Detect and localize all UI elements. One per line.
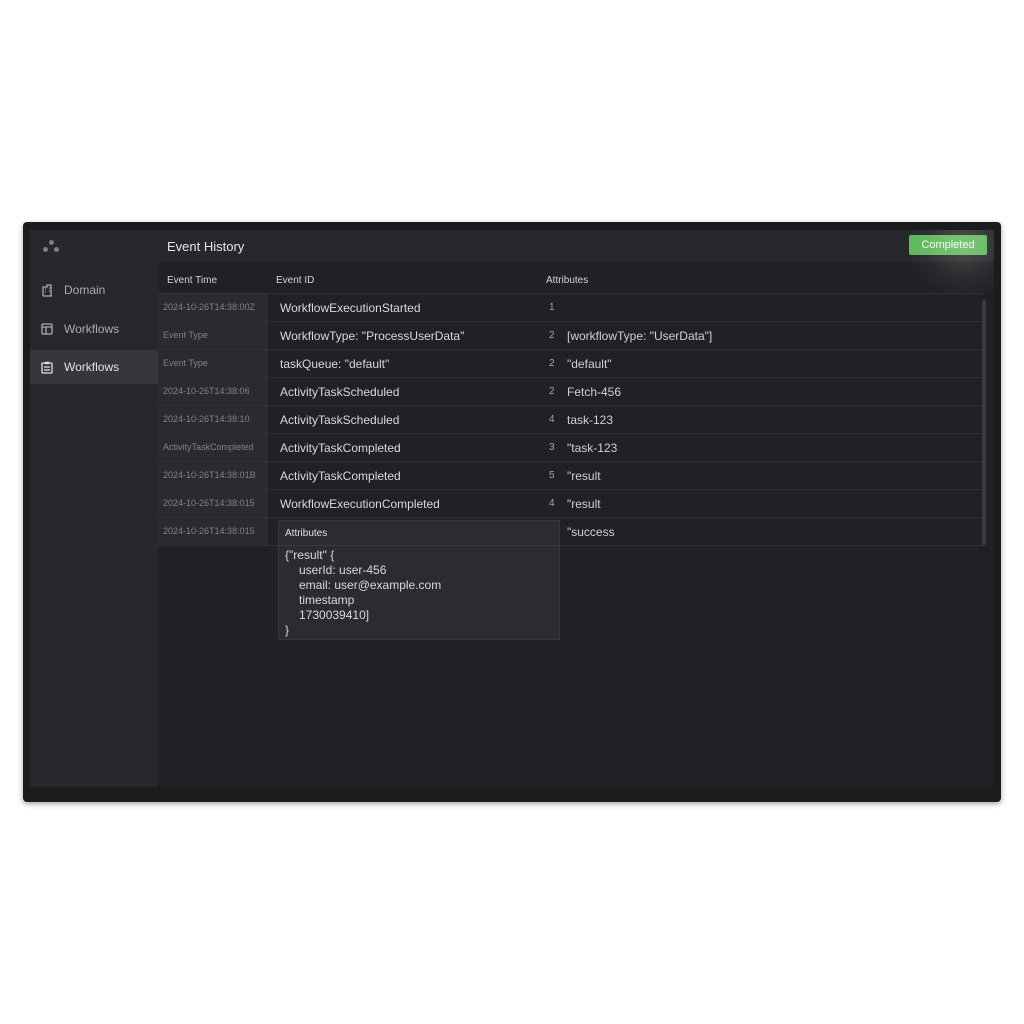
column-header-id[interactable]: Event ID (276, 275, 314, 286)
attributes-json: {"result" { userId: user-456 email: user… (285, 548, 441, 638)
event-time-cell: Event Type (158, 322, 268, 349)
event-attr-cell: [workflowType: "UserData"] (567, 329, 713, 343)
json-line: email: user@example.com (299, 578, 442, 592)
json-line: 1730039410] (299, 608, 370, 622)
event-type-cell: taskQueue: "default" (280, 357, 390, 371)
window-icon (40, 322, 54, 336)
building-icon (40, 283, 54, 297)
main-content: Event History Completed Event Time Event… (158, 230, 994, 787)
attributes-popover-title: Attributes (285, 528, 328, 539)
event-id-cell: 3 (549, 442, 555, 453)
event-type-cell: WorkflowExecutionCompleted (280, 497, 440, 511)
event-id-cell: 2 (549, 358, 555, 369)
sidebar-item-workflows[interactable]: Workflows (30, 312, 158, 346)
event-attr-cell: "task-123 (567, 441, 618, 455)
app-window: Domain Workflows Workflows Event History… (30, 230, 994, 787)
event-attr-cell: "default" (567, 357, 612, 371)
sidebar-item-label: Workflows (64, 360, 120, 374)
divider (279, 545, 559, 546)
clipboard-icon (40, 360, 54, 374)
page-title: Event History (167, 239, 245, 254)
event-time-cell: 2024-10-26T14:38:015 (158, 490, 268, 517)
monitor-frame: Domain Workflows Workflows Event History… (23, 222, 1001, 802)
event-id-cell: 4 (549, 498, 555, 509)
event-type-cell: ActivityTaskScheduled (280, 385, 400, 399)
table-row[interactable]: Event Type taskQueue: "default" 2 "defau… (158, 349, 984, 377)
topbar: Event History Completed (158, 230, 994, 262)
event-id-cell: 2 (549, 330, 555, 341)
table-row[interactable]: 2024-10-26T14:38:015 WorkflowExecutionCo… (158, 489, 984, 517)
event-type-cell: WorkflowType: "ProcessUserData" (280, 329, 465, 343)
table-row[interactable]: ActivityTaskCompleted ActivityTaskComple… (158, 433, 984, 461)
sidebar-item-workflows-active[interactable]: Workflows (30, 350, 158, 384)
event-table: 2024-10-26T14:38:00Z WorkflowExecutionSt… (158, 293, 984, 546)
event-time-cell: 2024-10-26T14:38:06 (158, 378, 268, 405)
cluster-dots-icon[interactable] (40, 238, 62, 254)
event-id-cell: 4 (549, 414, 555, 425)
sidebar: Domain Workflows Workflows (30, 230, 158, 787)
json-line: } (285, 623, 290, 637)
sidebar-item-label: Workflows (64, 322, 120, 336)
event-time-cell: 2024-10-26T14:38:01B (158, 462, 268, 489)
column-header-time[interactable]: Event Time (167, 275, 217, 286)
attributes-popover: Attributes {"result" { userId: user-456 … (278, 520, 560, 640)
table-row[interactable]: 2024-10-26T14:38:00Z WorkflowExecutionSt… (158, 293, 984, 321)
table-header: Event Time Event ID Attributes (158, 268, 994, 294)
json-line: timestamp (299, 593, 355, 607)
table-row[interactable]: 2024-10-26T14:38:01B ActivityTaskComplet… (158, 461, 984, 489)
event-id-cell: 5 (549, 470, 555, 481)
event-type-cell: WorkflowExecutionStarted (280, 301, 421, 315)
event-time-cell: 2024-10-26T14:38:00Z (158, 294, 268, 321)
event-id-cell: 1 (549, 302, 555, 313)
vertical-scrollbar[interactable] (982, 300, 986, 545)
event-time-cell: ActivityTaskCompleted (158, 434, 268, 461)
event-attr-cell: "result (567, 469, 601, 483)
column-header-attributes[interactable]: Attributes (546, 275, 588, 286)
event-time-cell: 2024-10-26T14:38:015 (158, 518, 268, 545)
event-id-cell: 2 (549, 386, 555, 397)
event-attr-cell: Fetch-456 (567, 385, 622, 399)
table-row[interactable]: 2024-10-26T14:38:10 ActivityTaskSchedule… (158, 405, 984, 433)
status-badge: Completed (909, 235, 987, 255)
table-row[interactable]: Event Type WorkflowType: "ProcessUserDat… (158, 321, 984, 349)
event-type-cell: ActivityTaskScheduled (280, 413, 400, 427)
event-attr-cell: task-123 (567, 413, 614, 427)
json-line: userId: user-456 (299, 563, 387, 577)
event-time-cell: Event Type (158, 350, 268, 377)
event-time-cell: 2024-10-26T14:38:10 (158, 406, 268, 433)
sidebar-item-label: Domain (64, 283, 106, 297)
event-attr-cell: "success (567, 525, 615, 539)
event-attr-cell: "result (567, 497, 601, 511)
table-row[interactable]: 2024-10-26T14:38:06 ActivityTaskSchedule… (158, 377, 984, 405)
sidebar-item-domain[interactable]: Domain (30, 273, 158, 307)
json-line: {"result" { (285, 548, 335, 562)
event-type-cell: ActivityTaskCompleted (280, 441, 401, 455)
event-type-cell: ActivityTaskCompleted (280, 469, 401, 483)
